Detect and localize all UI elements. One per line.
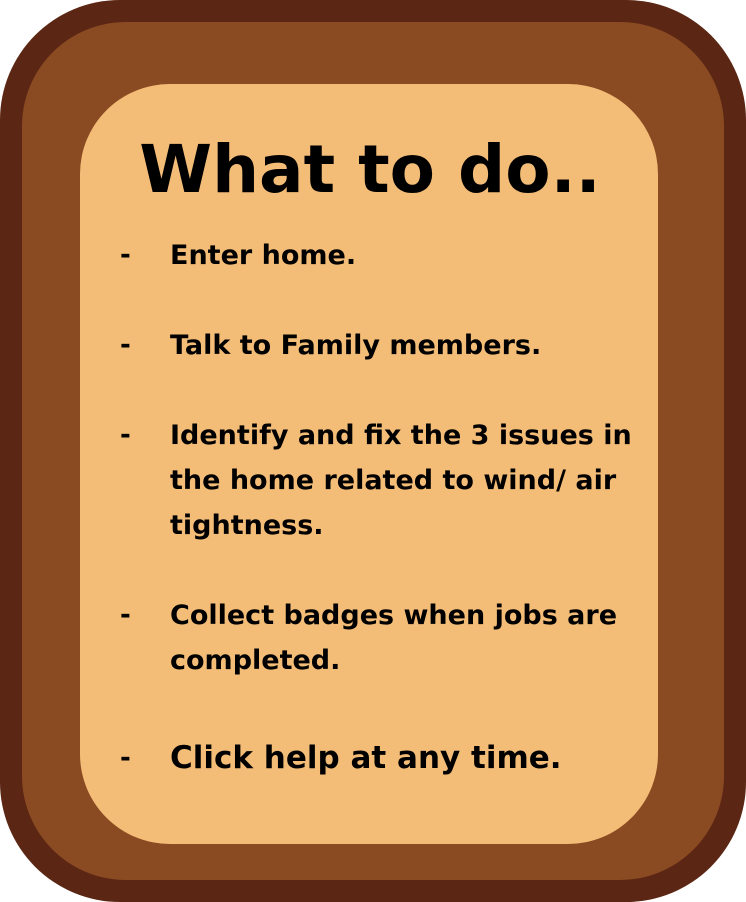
task-line: Talk to Family members. — [170, 330, 542, 361]
task-text: Talk to Family members. — [170, 323, 650, 368]
task-line: Click help at any time. — [170, 740, 562, 776]
task-line: completed. — [170, 645, 341, 676]
task-line: the home related to wind/ air — [170, 465, 617, 496]
task-line: Enter home. — [170, 240, 357, 271]
bullet-dash: - — [120, 330, 131, 360]
task-line: Identify and fix the 3 issues in — [170, 420, 632, 451]
bullet-dash: - — [120, 420, 131, 450]
instructions-title: What to do.. — [139, 131, 601, 208]
task-line: Collect badges when jobs are — [170, 600, 618, 631]
task-text: Click help at any time. — [170, 736, 650, 781]
bullet-dash: - — [120, 240, 131, 270]
task-text: Collect badges when jobs are completed. — [170, 593, 650, 683]
bullet-dash: - — [120, 743, 131, 773]
task-text: Enter home. — [170, 233, 650, 278]
bullet-dash: - — [120, 600, 131, 630]
task-line: tightness. — [170, 510, 324, 541]
task-text: Identify and fix the 3 issues in the hom… — [170, 413, 650, 548]
